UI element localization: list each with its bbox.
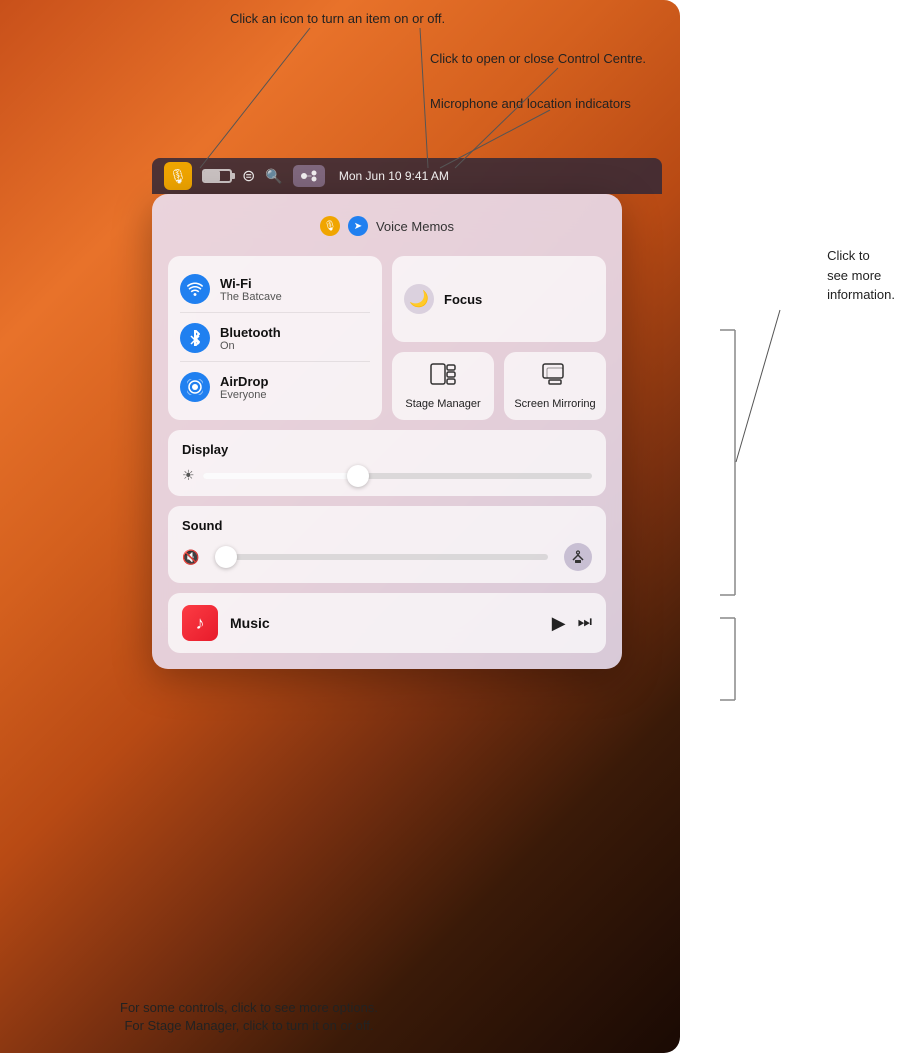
menubar-search-icon[interactable]: 🔍 — [265, 168, 282, 185]
annotation-mic-location: Microphone and location indicators — [430, 95, 631, 113]
right-column: 🌙 Focus Stage Manager — [392, 256, 606, 420]
airplay-button[interactable] — [564, 543, 592, 571]
display-panel: Display ☀ — [168, 430, 606, 496]
play-button[interactable]: ▶ — [552, 613, 566, 634]
bluetooth-icon — [180, 323, 210, 353]
sound-slider-track[interactable] — [215, 554, 548, 560]
airdrop-item[interactable]: AirDrop Everyone — [180, 364, 370, 410]
bluetooth-item[interactable]: Bluetooth On — [180, 315, 370, 362]
menubar-wifi-icon[interactable]: ⊜ — [242, 166, 255, 186]
airdrop-text: AirDrop Everyone — [220, 374, 370, 401]
voice-memos-label: Voice Memos — [376, 219, 454, 234]
wifi-icon — [180, 274, 210, 304]
music-app-icon: ♪ — [182, 605, 218, 641]
menubar-control-center-icon[interactable] — [293, 165, 325, 187]
wifi-text: Wi-Fi The Batcave — [220, 276, 370, 303]
bottom-tiles: Stage Manager Screen Mirroring — [392, 352, 606, 420]
brightness-icon: ☀ — [182, 467, 195, 484]
wifi-title: Wi-Fi — [220, 276, 370, 291]
screen-mirroring-icon — [541, 362, 569, 392]
top-grid: Wi-Fi The Batcave Bluetooth On — [168, 256, 606, 420]
annotation-open-close-cc: Click to open or close Control Centre. — [430, 50, 646, 68]
menubar-time: Mon Jun 10 9:41 AM — [339, 169, 449, 183]
bluetooth-text: Bluetooth On — [220, 325, 370, 352]
display-slider-track[interactable] — [203, 473, 592, 479]
screen-mirroring-label: Screen Mirroring — [514, 398, 595, 410]
skip-button[interactable]: ⏭ — [578, 614, 592, 632]
stage-manager-label: Stage Manager — [405, 398, 480, 410]
wifi-subtitle: The Batcave — [220, 291, 370, 303]
focus-tile[interactable]: 🌙 Focus — [392, 256, 606, 342]
music-label: Music — [230, 615, 540, 631]
airdrop-title: AirDrop — [220, 374, 370, 389]
screen-mirroring-tile[interactable]: Screen Mirroring — [504, 352, 606, 420]
menubar: 🎙 ⊜ 🔍 Mon Jun 10 9:41 AM — [152, 158, 662, 194]
wifi-item[interactable]: Wi-Fi The Batcave — [180, 266, 370, 313]
display-title: Display — [182, 442, 592, 457]
stage-manager-tile[interactable]: Stage Manager — [392, 352, 494, 420]
focus-icon: 🌙 — [404, 284, 434, 314]
sound-title: Sound — [182, 518, 592, 533]
annotation-turn-on-off: Click an icon to turn an item on or off. — [230, 10, 445, 28]
focus-label: Focus — [444, 292, 482, 307]
music-panel: ♪ Music ▶ ⏭ — [168, 593, 606, 653]
voice-memos-location-icon: ➤ — [348, 216, 368, 236]
sound-panel: Sound 🔇 — [168, 506, 606, 583]
menubar-mic-icon[interactable]: 🎙 — [164, 162, 192, 190]
display-slider-row: ☀ — [182, 467, 592, 484]
network-panel: Wi-Fi The Batcave Bluetooth On — [168, 256, 382, 420]
stage-manager-icon — [429, 362, 457, 392]
voice-memos-bar: 🎙 ➤ Voice Memos — [168, 210, 606, 242]
bluetooth-title: Bluetooth — [220, 325, 370, 340]
sound-slider-row: 🔇 — [182, 543, 592, 571]
bluetooth-subtitle: On — [220, 340, 370, 352]
annotation-see-more: Click tosee moreinformation. — [827, 246, 895, 305]
annotation-bottom: For some controls, click to see more opt… — [120, 999, 378, 1035]
control-centre-panel: 🎙 ➤ Voice Memos Wi-Fi The Batcave — [152, 194, 622, 669]
volume-icon: 🔇 — [182, 549, 199, 566]
music-controls: ▶ ⏭ — [552, 613, 592, 634]
airdrop-subtitle: Everyone — [220, 389, 370, 401]
menubar-battery-icon — [202, 169, 232, 183]
voice-memos-mic-icon: 🎙 — [320, 216, 340, 236]
airdrop-icon — [180, 372, 210, 402]
